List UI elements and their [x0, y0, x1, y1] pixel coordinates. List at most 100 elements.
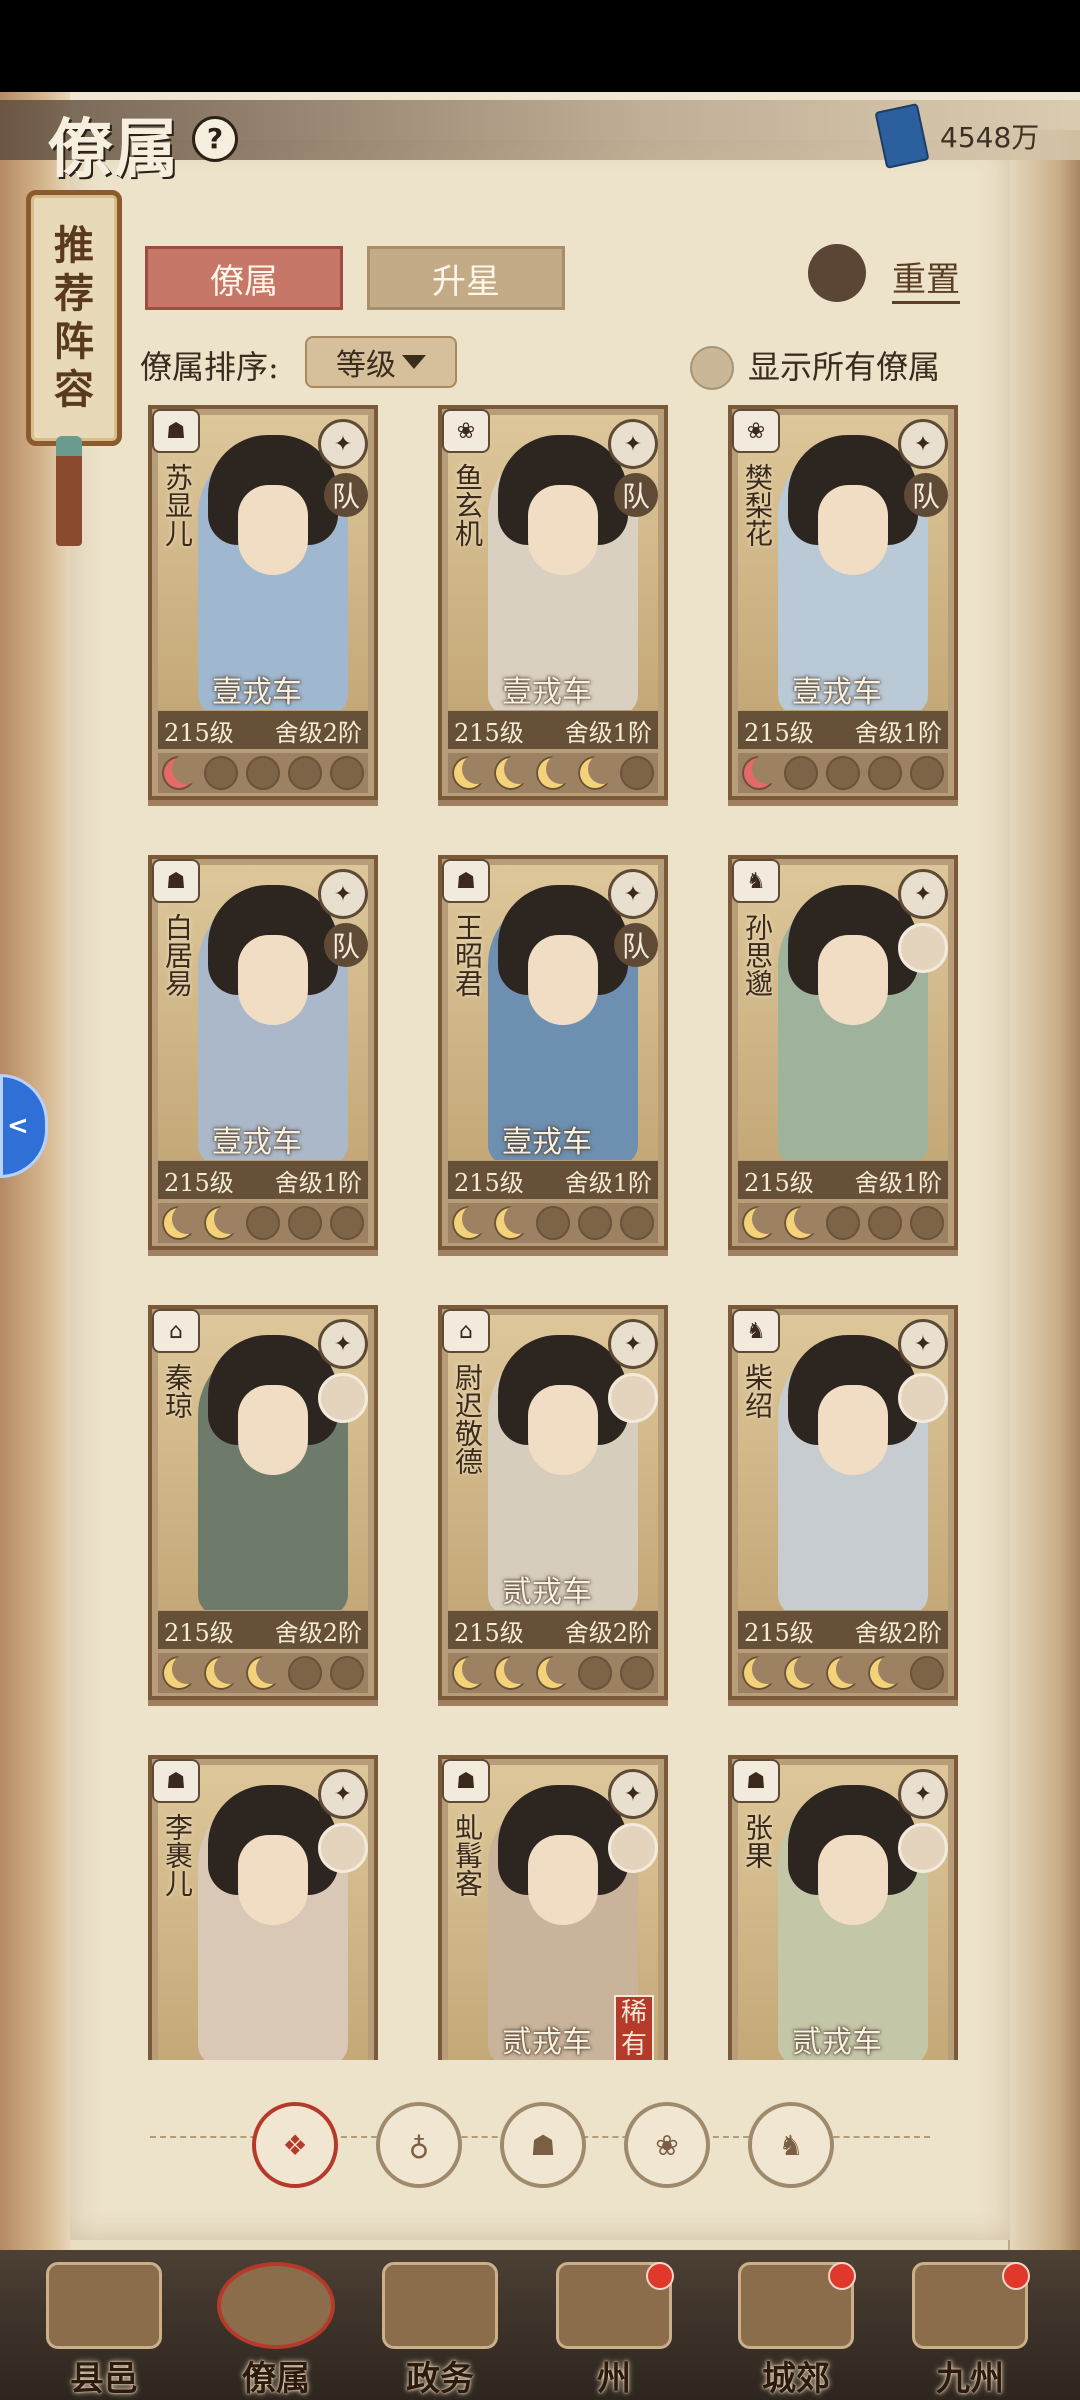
stats-bar: 215级 舍级2阶	[448, 1611, 658, 1649]
tab-bar: 僚属 升星	[145, 246, 589, 310]
role-icon: ✦	[318, 869, 368, 919]
retainer-name: 王昭君	[451, 913, 484, 997]
vehicle-label: 壹戎车	[212, 675, 302, 710]
empty-moon-icon	[910, 1206, 944, 1240]
role-icon: ✦	[608, 869, 658, 919]
empty-moon-icon	[620, 1206, 654, 1240]
nav-item-2[interactable]: 政务	[360, 2262, 520, 2400]
empty-moon-icon	[784, 756, 818, 790]
retainer-name: 虬髯客	[451, 1813, 484, 1897]
nav-label: 政务	[406, 2359, 474, 2399]
vehicle-label: 壹戎车	[212, 1125, 302, 1160]
reset-icon[interactable]	[808, 244, 866, 302]
star-moon-row	[738, 1653, 948, 1693]
fan-class-icon: ❀	[732, 409, 780, 453]
companion-avatar	[318, 1373, 368, 1423]
retainer-card[interactable]: ♞ ✦ 孙思邈 215级 舍级1阶	[728, 855, 958, 1250]
role-icon: ✦	[318, 1769, 368, 1819]
moon-icon	[162, 1204, 202, 1240]
sort-dropdown[interactable]: 等级	[305, 336, 457, 388]
companion-avatar	[608, 1823, 658, 1873]
rank-text: 舍级2阶	[564, 1618, 652, 1647]
currency-display: 4548万	[874, 103, 1039, 169]
recommended-lineup-button[interactable]: 推荐阵容	[26, 190, 122, 446]
retainer-card[interactable]: ☗ ✦ 张果 贰戎车	[728, 1755, 958, 2060]
empty-moon-icon	[246, 1206, 280, 1240]
cat-filter-icon[interactable]: ☗	[500, 2102, 586, 2188]
empty-moon-icon	[826, 1206, 860, 1240]
stats-bar: 215级 舍级1阶	[448, 711, 658, 749]
team-badge: 队	[904, 473, 948, 517]
star-moon-row	[158, 1653, 368, 1693]
empty-moon-icon	[536, 1206, 570, 1240]
rank-text: 舍级1阶	[854, 718, 942, 747]
star-moon-row	[158, 753, 368, 793]
role-icon: ✦	[898, 1769, 948, 1819]
retainer-name: 张果	[741, 1813, 774, 1869]
companion-avatar	[898, 1373, 948, 1423]
retainer-card[interactable]: ☗ ✦ 王昭君 队壹戎车 215级 舍级1阶	[438, 855, 668, 1250]
role-icon: ✦	[898, 1319, 948, 1369]
banner-char: 推	[54, 222, 94, 269]
level-text: 215级	[164, 718, 234, 747]
retainer-card[interactable]: ☗ ✦ 李裹儿	[148, 1755, 378, 2060]
help-icon[interactable]: ?	[192, 116, 238, 162]
tab-star-up[interactable]: 升星	[367, 246, 565, 310]
retainer-card[interactable]: ☗ ✦ 虬髯客 稀有 贰戎车	[438, 1755, 668, 2060]
stats-bar: 215级 舍级1阶	[158, 1161, 368, 1199]
level-text: 215级	[454, 1168, 524, 1197]
star-moon-row	[448, 1653, 658, 1693]
star-moon-row	[448, 753, 658, 793]
level-text: 215级	[744, 1618, 814, 1647]
show-all-toggle[interactable]	[690, 346, 734, 390]
nav-building-icon	[382, 2262, 498, 2349]
horse-filter-icon[interactable]: ♞	[748, 2102, 834, 2188]
reset-button[interactable]: 重置	[892, 252, 960, 304]
vehicle-label: 贰戎车	[792, 2025, 882, 2060]
stats-bar: 215级 舍级1阶	[738, 711, 948, 749]
figure-face	[528, 1835, 598, 1925]
rank-text: 舍级1阶	[274, 1168, 362, 1197]
retainer-card[interactable]: ⌂ ✦ 尉迟敬德 贰戎车 215级 舍级2阶	[438, 1305, 668, 1700]
stats-bar: 215级 舍级2阶	[158, 711, 368, 749]
nav-label: 城郊	[762, 2359, 830, 2399]
empty-moon-icon	[868, 1206, 902, 1240]
retainer-card[interactable]: ♞ ✦ 柴绍 215级 舍级2阶	[728, 1305, 958, 1700]
notification-dot	[1002, 2262, 1030, 2290]
cat-class-icon: ☗	[442, 1759, 490, 1803]
stats-bar: 215级 舍级1阶	[738, 1161, 948, 1199]
tab-retainers[interactable]: 僚属	[145, 246, 343, 310]
retainer-card[interactable]: ❀ ✦ 樊梨花 队壹戎车 215级 舍级1阶	[728, 405, 958, 800]
figure-face	[818, 935, 888, 1025]
retainer-name: 孙思邈	[741, 913, 774, 997]
banner-char: 阵	[54, 318, 94, 365]
vehicle-label: 壹戎车	[502, 675, 592, 710]
nav-item-0[interactable]: 县邑	[24, 2262, 184, 2400]
rank-text: 舍级1阶	[564, 1168, 652, 1197]
rank-text: 舍级2阶	[274, 1618, 362, 1647]
retainer-card[interactable]: ☗ ✦ 白居易 队壹戎车 215级 舍级1阶	[148, 855, 378, 1250]
figure-face	[238, 935, 308, 1025]
diamond-filter-icon[interactable]: ❖	[252, 2102, 338, 2188]
retainer-card[interactable]: ☗ ✦ 苏显儿 队壹戎车 215级 舍级2阶	[148, 405, 378, 800]
retainer-card[interactable]: ❀ ✦ 鱼玄机 队壹戎车 215级 舍级1阶	[438, 405, 668, 800]
moon-icon	[742, 1654, 782, 1690]
bell-class-icon: ⌂	[152, 1309, 200, 1353]
star-moon-row	[448, 1203, 658, 1243]
role-icon: ✦	[898, 419, 948, 469]
page-title: 僚属	[48, 112, 180, 187]
fan-filter-icon[interactable]: ❀	[624, 2102, 710, 2188]
empty-moon-icon	[288, 1656, 322, 1690]
level-text: 215级	[454, 718, 524, 747]
empty-moon-icon	[868, 756, 902, 790]
empty-moon-icon	[246, 756, 280, 790]
nav-item-1[interactable]: 僚属	[196, 2262, 356, 2400]
moon-icon	[536, 1654, 576, 1690]
retainer-name: 白居易	[161, 913, 194, 997]
empty-moon-icon	[330, 1656, 364, 1690]
role-icon: ✦	[608, 419, 658, 469]
bell-filter-icon[interactable]: ♁	[376, 2102, 462, 2188]
retainer-card[interactable]: ⌂ ✦ 秦琼 215级 舍级2阶	[148, 1305, 378, 1700]
tassel-ornament	[56, 436, 82, 546]
empty-moon-icon	[288, 1206, 322, 1240]
